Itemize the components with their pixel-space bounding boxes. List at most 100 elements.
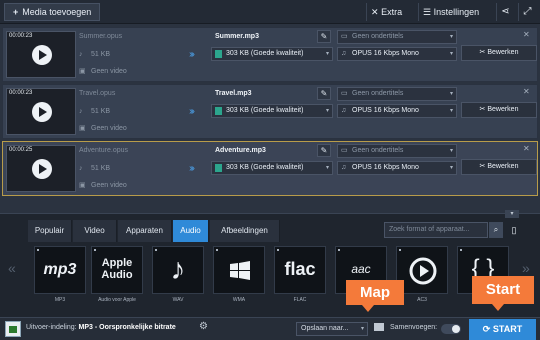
- format-label: FLAC: [293, 297, 307, 303]
- format-tile-apple-audio[interactable]: Apple Audio: [91, 246, 143, 294]
- source-size: 51 KB: [91, 165, 111, 172]
- chevron-down-icon: ▾: [449, 91, 453, 97]
- output-format-prefix: Uitvoer-indeling:: [26, 324, 77, 331]
- rename-pencil-icon[interactable]: ✎: [317, 30, 331, 43]
- subtitle-icon: ▭: [341, 33, 348, 40]
- mp3-logo: mp3: [43, 261, 77, 278]
- plus-icon: +: [13, 7, 19, 17]
- folder-icon[interactable]: [374, 323, 384, 331]
- audio-track-dropdown[interactable]: ♫ OPUS 16 Kbps Mono ▾: [337, 161, 457, 175]
- collapse-panel-icon[interactable]: ▾: [505, 210, 519, 218]
- extra-button[interactable]: ✕ Extra: [366, 3, 414, 21]
- subtitles-dropdown[interactable]: ▭ Geen ondertitels ▾: [337, 30, 457, 44]
- chevron-down-icon: ▾: [449, 165, 453, 171]
- format-label: MP3: [54, 297, 66, 303]
- duration-label: 00:00:23: [9, 33, 33, 39]
- remove-file-icon[interactable]: ✕: [523, 30, 530, 39]
- format-tile-wav[interactable]: ♪: [152, 246, 204, 294]
- edit-button[interactable]: ✂ Bewerken: [461, 45, 537, 61]
- quality-label: 303 KB (Goede kwaliteit): [226, 107, 304, 114]
- rename-pencil-icon[interactable]: ✎: [317, 87, 331, 100]
- format-label: Audio voor Apple: [98, 297, 136, 303]
- subtitle-icon: ▭: [341, 90, 348, 97]
- rename-pencil-icon[interactable]: ✎: [317, 144, 331, 157]
- chevron-down-icon: ▾: [449, 148, 453, 154]
- edit-button[interactable]: ✂ Bewerken: [461, 102, 537, 118]
- file-icon: [215, 164, 222, 172]
- video-thumbnail[interactable]: 00:00:25: [6, 145, 76, 192]
- fullscreen-icon[interactable]: ⤢: [518, 3, 536, 21]
- format-tile-mp3[interactable]: mp3: [34, 246, 86, 294]
- settings-button[interactable]: ☰ Instellingen: [418, 3, 490, 21]
- apple-audio-logo: Apple Audio: [101, 257, 133, 281]
- chevron-down-icon: ▾: [449, 34, 453, 40]
- scroll-right-icon[interactable]: »: [522, 260, 530, 276]
- extra-label: Extra: [381, 7, 403, 17]
- tab-afbeeldingen[interactable]: Afbeeldingen: [210, 220, 280, 242]
- audio-track-dropdown[interactable]: ♫ OPUS 16 Kbps Mono ▾: [337, 104, 457, 118]
- output-format-icon: [5, 321, 21, 337]
- chevron-down-icon: ▾: [449, 51, 453, 57]
- edit-label: Bewerken: [487, 163, 519, 170]
- format-tile-flac[interactable]: flac: [274, 246, 326, 294]
- menu-icon: ☰: [423, 7, 432, 17]
- play-icon[interactable]: [32, 102, 52, 122]
- format-tile-wma[interactable]: [213, 246, 265, 294]
- quality-dropdown[interactable]: 303 KB (Goede kwaliteit) ▾: [211, 161, 333, 175]
- add-media-label: Media toevoegen: [22, 7, 92, 17]
- quality-dropdown[interactable]: 303 KB (Goede kwaliteit) ▾: [211, 47, 333, 61]
- scissors-icon: ✂: [479, 106, 486, 113]
- remove-file-icon[interactable]: ✕: [523, 87, 530, 96]
- file-row[interactable]: 00:00:23 Travel.opus ♪ 51 KB ▣ Geen vide…: [2, 84, 538, 139]
- format-search-input[interactable]: Zoek format of apparaat...: [384, 222, 488, 238]
- subtitles-dropdown[interactable]: ▭ Geen ondertitels ▾: [337, 87, 457, 101]
- video-thumbnail[interactable]: 00:00:23: [6, 88, 76, 135]
- file-icon: [215, 107, 222, 115]
- format-label: WAV: [172, 297, 184, 303]
- save-to-dropdown[interactable]: Opslaan naar... ▾: [296, 322, 368, 336]
- tab-apparaten[interactable]: Apparaten: [118, 220, 172, 242]
- remove-file-icon[interactable]: ✕: [523, 144, 530, 153]
- source-size: 51 KB: [91, 51, 111, 58]
- video-thumbnail[interactable]: 00:00:23: [6, 31, 76, 78]
- quality-dropdown[interactable]: 303 KB (Goede kwaliteit) ▾: [211, 104, 333, 118]
- play-icon[interactable]: [32, 45, 52, 65]
- file-row-selected[interactable]: 00:00:25 Adventure.opus ♪ 51 KB ▣ Geen v…: [2, 141, 538, 196]
- output-filename: Travel.mp3: [215, 90, 252, 97]
- flac-logo: flac: [284, 259, 316, 279]
- subtitle-icon: ▭: [341, 147, 348, 154]
- tab-audio[interactable]: Audio: [173, 220, 209, 242]
- audio-track-dropdown[interactable]: ♫ OPUS 16 Kbps Mono ▾: [337, 47, 457, 61]
- merge-toggle[interactable]: [441, 324, 461, 334]
- tab-populair[interactable]: Populair: [28, 220, 72, 242]
- quality-label: 303 KB (Goede kwaliteit): [226, 164, 304, 171]
- convert-arrow-icon: ›››: [189, 106, 195, 117]
- gear-icon[interactable]: ⚙: [199, 321, 208, 332]
- scissors-icon: ✂: [479, 163, 486, 170]
- share-icon[interactable]: ⋖: [496, 3, 514, 21]
- source-size: 51 KB: [91, 108, 111, 115]
- edit-button[interactable]: ✂ Bewerken: [461, 159, 537, 175]
- music-note-icon: ♪: [79, 165, 83, 172]
- chevron-down-icon: ▾: [325, 108, 329, 114]
- no-video-icon: ▣: [79, 68, 86, 75]
- tab-video[interactable]: Video: [73, 220, 117, 242]
- music-note-icon: ♪: [79, 51, 83, 58]
- output-format-value: MP3 - Oorspronkelijke bitrate: [78, 324, 176, 331]
- start-button[interactable]: ⟳ START: [469, 319, 536, 340]
- audio-icon: ♫: [341, 50, 347, 57]
- chevron-down-icon: ▾: [449, 108, 453, 114]
- merge-label: Samenvoegen:: [390, 324, 438, 331]
- audio-icon: ♫: [341, 164, 347, 171]
- scroll-left-icon[interactable]: «: [8, 260, 16, 276]
- start-callout: Start: [472, 276, 534, 304]
- file-row[interactable]: 00:00:23 Summer.opus ♪ 51 KB ▣ Geen vide…: [2, 27, 538, 82]
- play-icon[interactable]: [32, 159, 52, 179]
- subtitles-label: Geen ondertitels: [352, 90, 404, 97]
- add-media-button[interactable]: + Media toevoegen: [4, 3, 101, 21]
- save-to-label: Opslaan naar...: [301, 325, 349, 332]
- subtitles-dropdown[interactable]: ▭ Geen ondertitels ▾: [337, 144, 457, 158]
- search-icon[interactable]: ⌕: [489, 222, 503, 238]
- subtitles-label: Geen ondertitels: [352, 147, 404, 154]
- device-detect-icon[interactable]: ▯: [507, 222, 521, 238]
